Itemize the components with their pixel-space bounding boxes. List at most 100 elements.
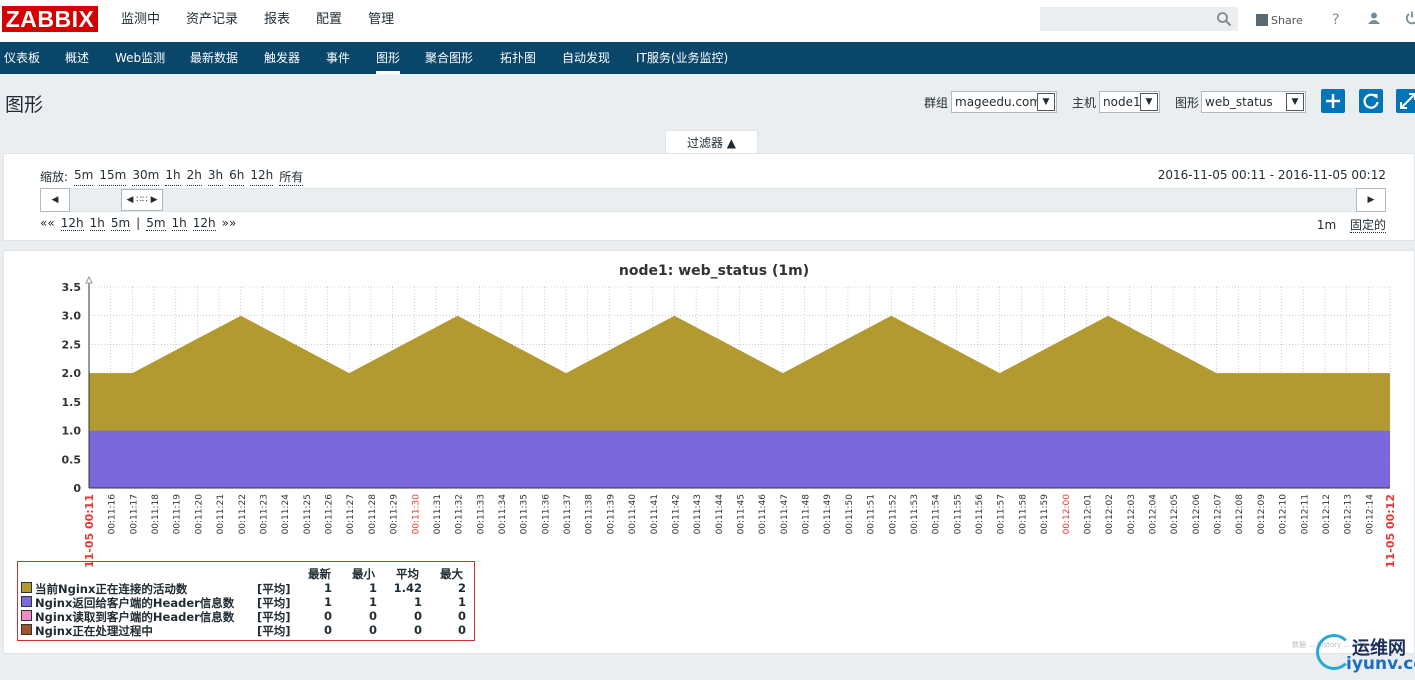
arrow-left-icon: ◀ xyxy=(51,195,59,205)
sub-menu: 仪表板 概述 Web监测 最新数据 触发器 事件 图形 聚合图形 拓扑图 自动发… xyxy=(0,42,1415,74)
share-label: Share xyxy=(1271,13,1303,27)
power-icon[interactable] xyxy=(1397,11,1415,29)
time-period: 2016-11-05 00:11 - 2016-11-05 00:12 xyxy=(1157,168,1386,182)
main-menu-reports[interactable]: 报表 xyxy=(251,0,303,42)
search-input[interactable] xyxy=(1040,7,1238,31)
x-tick-label: 00:11:23 xyxy=(259,494,269,534)
legend-avg: 1 xyxy=(413,595,422,609)
main-menu-configuration[interactable]: 配置 xyxy=(303,0,355,42)
refresh-button[interactable] xyxy=(1359,89,1383,113)
legend-swatch xyxy=(21,624,32,635)
help-icon[interactable]: ? xyxy=(1321,12,1351,28)
search-icon[interactable] xyxy=(1216,11,1232,27)
nav-fwd-5m[interactable]: 5m xyxy=(146,216,166,231)
x-tick-label: 00:12:04 xyxy=(1148,494,1158,535)
x-tick-label: 00:11:47 xyxy=(780,494,790,534)
scroll-right-button[interactable]: ▶ xyxy=(1356,188,1386,212)
sub-menu-discovery[interactable]: 自动发现 xyxy=(562,42,610,74)
legend-avg: 1.42 xyxy=(393,581,422,595)
plus-icon xyxy=(1326,94,1340,108)
sub-menu-overview[interactable]: 概述 xyxy=(65,42,89,74)
x-tick-label: 00:12:05 xyxy=(1170,494,1180,534)
legend-max: 2 xyxy=(457,581,466,595)
legend-row: 当前Nginx正在连接的活动数 [平均] 1 1 1.42 2 xyxy=(18,581,474,596)
user-icon[interactable] xyxy=(1359,11,1389,29)
zoom-2h[interactable]: 2h xyxy=(186,168,202,186)
sub-menu-web[interactable]: Web监测 xyxy=(115,42,165,74)
zoom-5m[interactable]: 5m xyxy=(74,168,94,186)
x-tick-label: 00:11:43 xyxy=(693,494,703,534)
filter-toggle[interactable]: 过滤器 ▲ xyxy=(665,130,758,154)
zoom-15m[interactable]: 15m xyxy=(99,168,127,186)
arrow-right-icon: ▶ xyxy=(1367,195,1375,205)
nav-back-1h[interactable]: 1h xyxy=(89,216,105,231)
fixed-toggle[interactable]: 固定的 xyxy=(1349,218,1386,233)
fullscreen-icon xyxy=(1400,93,1415,109)
x-tick-label: 00:11:38 xyxy=(585,494,595,535)
nav-end[interactable]: »» xyxy=(222,216,237,231)
x-tick-label: 00:12:07 xyxy=(1214,494,1224,534)
graph-select-value: web_status xyxy=(1205,95,1273,109)
nav-back-5m[interactable]: 5m xyxy=(110,216,131,231)
scroll-thumb[interactable]: ◀ ∷∷ ▶ xyxy=(121,189,163,211)
legend-swatch xyxy=(21,596,32,607)
x-tick-label: 00:11:42 xyxy=(671,494,681,534)
zabbix-logo[interactable]: ZABBIX xyxy=(2,6,98,32)
zoom-6h[interactable]: 6h xyxy=(229,168,245,186)
add-to-favourites-button[interactable] xyxy=(1321,89,1345,113)
page-header: 图形 群组 mageedu.com ▼ 主机 node1 ▼ 图形 web_st… xyxy=(0,74,1415,130)
sub-menu-triggers[interactable]: 触发器 xyxy=(264,42,300,74)
share-button[interactable]: Share xyxy=(1256,14,1303,27)
x-tick-label: 00:12:10 xyxy=(1279,494,1289,535)
sub-menu-latest-data[interactable]: 最新数据 xyxy=(190,42,238,74)
x-tick-label: 00:11:54 xyxy=(932,494,942,535)
host-select[interactable]: node1 ▼ xyxy=(1099,91,1160,113)
sub-menu-maps[interactable]: 拓扑图 xyxy=(500,42,536,74)
site-watermark: 运维网 iyunv.com xyxy=(1314,630,1415,676)
nav-start[interactable]: «« xyxy=(40,216,55,231)
nav-fwd-1h[interactable]: 1h xyxy=(171,216,187,231)
x-tick-label: 00:12:13 xyxy=(1344,494,1354,534)
y-tick-label: 1.5 xyxy=(62,396,82,409)
legend-min: 1 xyxy=(368,595,377,609)
graph-select[interactable]: web_status ▼ xyxy=(1201,91,1306,113)
zoom-1h[interactable]: 1h xyxy=(165,168,181,186)
sub-menu-dashboard[interactable]: 仪表板 xyxy=(4,42,40,74)
main-menu-administration[interactable]: 管理 xyxy=(355,0,407,42)
zoom-3h[interactable]: 3h xyxy=(207,168,224,186)
nav-fwd-12h[interactable]: 12h xyxy=(192,216,216,231)
top-bar: ZABBIX 监测中 资产记录 报表 配置 管理 Share ? xyxy=(0,0,1415,42)
current-step: 1m xyxy=(1316,218,1337,232)
legend-swatch xyxy=(21,610,32,621)
scroll-left-button[interactable]: ◀ xyxy=(40,188,70,212)
sub-menu-events[interactable]: 事件 xyxy=(326,42,350,74)
x-tick-label: 00:11:41 xyxy=(650,494,660,534)
y-tick-label: 0 xyxy=(73,482,81,495)
nav-back-12h[interactable]: 12h xyxy=(60,216,84,231)
zoom-label: 缩放: xyxy=(40,170,69,184)
x-tick-label: 00:11:59 xyxy=(1040,494,1050,535)
sub-menu-it-services[interactable]: IT服务(业务监控) xyxy=(636,42,728,74)
main-menu-inventory[interactable]: 资产记录 xyxy=(173,0,251,42)
fullscreen-button[interactable] xyxy=(1396,89,1415,113)
x-tick-label: 00:11:16 xyxy=(108,494,118,535)
x-tick-label: 00:11:17 xyxy=(129,494,139,534)
main-menu-monitoring[interactable]: 监测中 xyxy=(108,0,174,42)
sub-menu-graphs[interactable]: 图形 xyxy=(376,42,401,74)
x-tick-label: 00:11:58 xyxy=(1018,494,1028,535)
legend-max: 0 xyxy=(457,609,466,623)
sub-menu-screens[interactable]: 聚合图形 xyxy=(425,42,473,74)
timeline-scrollbar[interactable]: ◀ ◀ ∷∷ ▶ ▶ xyxy=(40,188,1386,212)
host-select-value: node1 xyxy=(1103,95,1141,109)
x-tick-label: 11-05 00:12 xyxy=(1384,494,1397,568)
x-tick-label: 00:11:40 xyxy=(628,494,638,535)
group-select[interactable]: mageedu.com ▼ xyxy=(951,91,1057,113)
x-tick-label: 00:11:36 xyxy=(541,494,551,535)
x-tick-label: 00:11:22 xyxy=(238,494,248,534)
x-tick-label: 00:11:27 xyxy=(346,494,356,534)
zoom-30m[interactable]: 30m xyxy=(132,168,160,186)
zoom-12h[interactable]: 12h xyxy=(250,168,274,186)
zoom-all[interactable]: 所有 xyxy=(279,168,304,186)
legend-min: 0 xyxy=(368,609,377,623)
x-tick-label: 00:11:52 xyxy=(888,494,898,534)
